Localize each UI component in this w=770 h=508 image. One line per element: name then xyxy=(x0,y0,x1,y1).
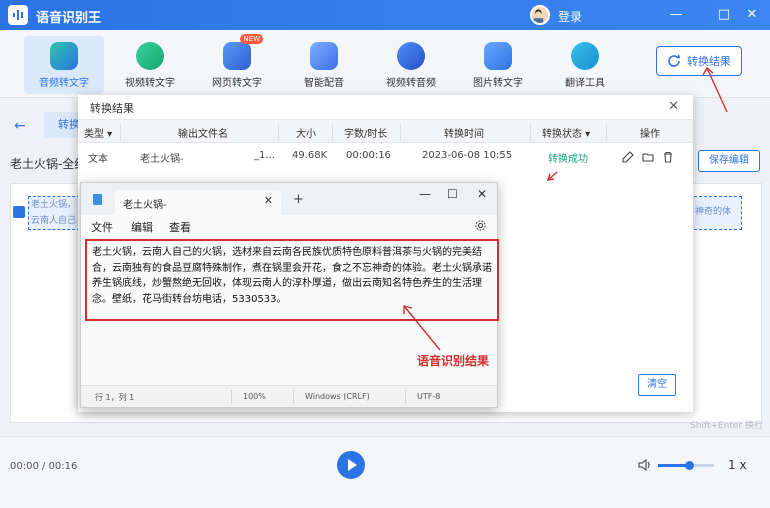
tool-image-to-text[interactable]: 图片转文字 xyxy=(458,36,538,94)
folder-icon[interactable] xyxy=(642,151,654,163)
tool-translate[interactable]: 翻译工具 xyxy=(545,36,625,94)
notepad-statusbar: 行 1，列 1 100% Windows (CRLF) UTF-8 xyxy=(81,385,497,407)
cell-output-file: 老土火锅- xyxy=(140,154,184,165)
avatar[interactable] xyxy=(530,5,550,25)
login-link[interactable]: 登录 xyxy=(558,8,582,25)
delete-icon[interactable] xyxy=(662,151,674,163)
translate-icon xyxy=(571,42,599,70)
column-divider xyxy=(606,124,607,140)
segment-play-icon[interactable] xyxy=(13,206,25,218)
column-divider xyxy=(278,124,279,140)
video-to-audio-icon xyxy=(397,42,425,70)
app-name: 语音识别王 xyxy=(36,11,102,26)
back-arrow-icon[interactable]: ← xyxy=(14,118,26,134)
audio-to-text-icon xyxy=(50,42,78,70)
tool-web-to-text[interactable]: NEW 网页转文字 xyxy=(197,34,277,94)
tool-video-to-audio[interactable]: 视频转音频 xyxy=(371,36,451,94)
video-to-text-icon xyxy=(136,42,164,70)
annotation-label: 语音识别结果 xyxy=(417,354,490,368)
header-chars-duration: 字数/时长 xyxy=(344,129,388,140)
notepad-menubar: 文件 编辑 查看 xyxy=(81,215,497,237)
refresh-icon xyxy=(668,54,680,67)
playback-time: 00:00 / 00:16 xyxy=(10,461,78,472)
transcript-segment[interactable]: 老土火锅，云南人自己的火锅验。老土火锅 xyxy=(28,196,80,230)
cell-time: 2023-06-08 10:55 xyxy=(422,150,513,161)
menu-file[interactable]: 文件 xyxy=(91,219,113,235)
volume-icon[interactable] xyxy=(638,459,652,471)
image-to-text-icon xyxy=(484,42,512,70)
cell-duration: 00:00:16 xyxy=(346,150,391,161)
cell-size: 49.68K xyxy=(292,150,328,161)
tool-video-to-text[interactable]: 视频转文字 xyxy=(110,36,190,94)
tab-close-icon[interactable]: ✕ xyxy=(264,194,273,207)
menu-view[interactable]: 查看 xyxy=(169,219,191,235)
header-actions: 操作 xyxy=(640,129,660,140)
notepad-tab-title: 老土火锅- xyxy=(123,200,167,211)
notepad-window: 老土火锅- ✕ + — ☐ ✕ 文件 编辑 查看 老土火锅，云南人自己的火锅，选… xyxy=(80,182,499,408)
convert-result-button[interactable]: 转换结果 xyxy=(656,46,742,76)
dialog-title: 转换结果 xyxy=(90,102,134,115)
menu-edit[interactable]: 编辑 xyxy=(131,219,153,235)
line-ending: Windows (CRLF) xyxy=(305,392,370,401)
maximize-button[interactable]: □ xyxy=(712,3,736,27)
column-divider xyxy=(530,124,531,140)
new-badge: NEW xyxy=(240,34,263,44)
file-title: 老土火锅-全结 xyxy=(10,157,87,171)
header-time: 转换时间 xyxy=(444,129,484,140)
result-highlight-box xyxy=(85,239,499,321)
cell-type: 文本 xyxy=(88,154,108,165)
header-size: 大小 xyxy=(296,129,316,140)
status-divider xyxy=(293,390,294,404)
column-divider xyxy=(120,124,121,140)
settings-gear-icon[interactable] xyxy=(474,219,487,232)
save-edit-button[interactable]: 保存编辑 xyxy=(698,150,760,172)
play-button[interactable] xyxy=(337,451,365,479)
app-window: 语音识别王 登录 — □ ✕ 音频转文字 视频转文字 NEW 网页转文字 智能配… xyxy=(0,0,770,508)
playback-speed[interactable]: 1 x xyxy=(728,458,747,472)
header-output-file: 输出文件名 xyxy=(178,129,228,140)
table-header: 类型 ▾ 输出文件名 大小 字数/时长 转换时间 转换状态 ▾ 操作 xyxy=(78,119,693,143)
tool-smart-dubbing[interactable]: 智能配音 xyxy=(284,36,364,94)
clear-button[interactable]: 清空 xyxy=(638,374,676,396)
encoding: UTF-8 xyxy=(417,392,441,401)
notepad-tabstrip: 老土火锅- ✕ + — ☐ ✕ xyxy=(81,183,497,215)
feature-toolbar: 音频转文字 视频转文字 NEW 网页转文字 智能配音 视频转音频 图片转文字 翻… xyxy=(0,30,770,98)
new-tab-icon[interactable]: + xyxy=(293,192,304,207)
header-type[interactable]: 类型 ▾ xyxy=(84,125,112,140)
notepad-minimize-button[interactable]: — xyxy=(419,187,431,201)
minimize-button[interactable]: — xyxy=(664,3,688,27)
dialog-close-icon[interactable]: ✕ xyxy=(668,99,679,114)
cell-output-file-ext: _1... xyxy=(254,150,275,161)
notepad-app-icon xyxy=(93,194,102,205)
title-bar: 语音识别王 登录 — □ ✕ xyxy=(0,0,770,30)
close-button[interactable]: ✕ xyxy=(740,3,764,27)
notepad-close-button[interactable]: ✕ xyxy=(477,187,487,201)
status-divider xyxy=(231,390,232,404)
player-bar: 00:00 / 00:16 1 x xyxy=(0,436,770,508)
header-status[interactable]: 转换状态 ▾ xyxy=(542,125,590,140)
shortcut-hint: Shift+Enter 换行 xyxy=(690,421,764,431)
column-divider xyxy=(332,124,333,140)
status-divider xyxy=(405,390,406,404)
app-logo-icon xyxy=(8,5,28,25)
volume-slider[interactable] xyxy=(658,461,714,470)
web-to-text-icon xyxy=(223,42,251,70)
notepad-tab[interactable]: 老土火锅- ✕ xyxy=(115,190,281,215)
status-badge: 转换成功 xyxy=(548,154,588,165)
edit-icon[interactable] xyxy=(622,151,634,163)
column-divider xyxy=(400,124,401,140)
table-row[interactable]: 文本 老土火锅- _1... 49.68K 00:00:16 2023-06-0… xyxy=(78,143,693,171)
zoom-level: 100% xyxy=(243,392,266,401)
tool-audio-to-text[interactable]: 音频转文字 xyxy=(24,36,104,94)
smart-dubbing-icon xyxy=(310,42,338,70)
volume-knob[interactable] xyxy=(684,461,694,470)
notepad-maximize-button[interactable]: ☐ xyxy=(447,187,458,201)
cursor-position: 行 1，列 1 xyxy=(95,393,135,402)
